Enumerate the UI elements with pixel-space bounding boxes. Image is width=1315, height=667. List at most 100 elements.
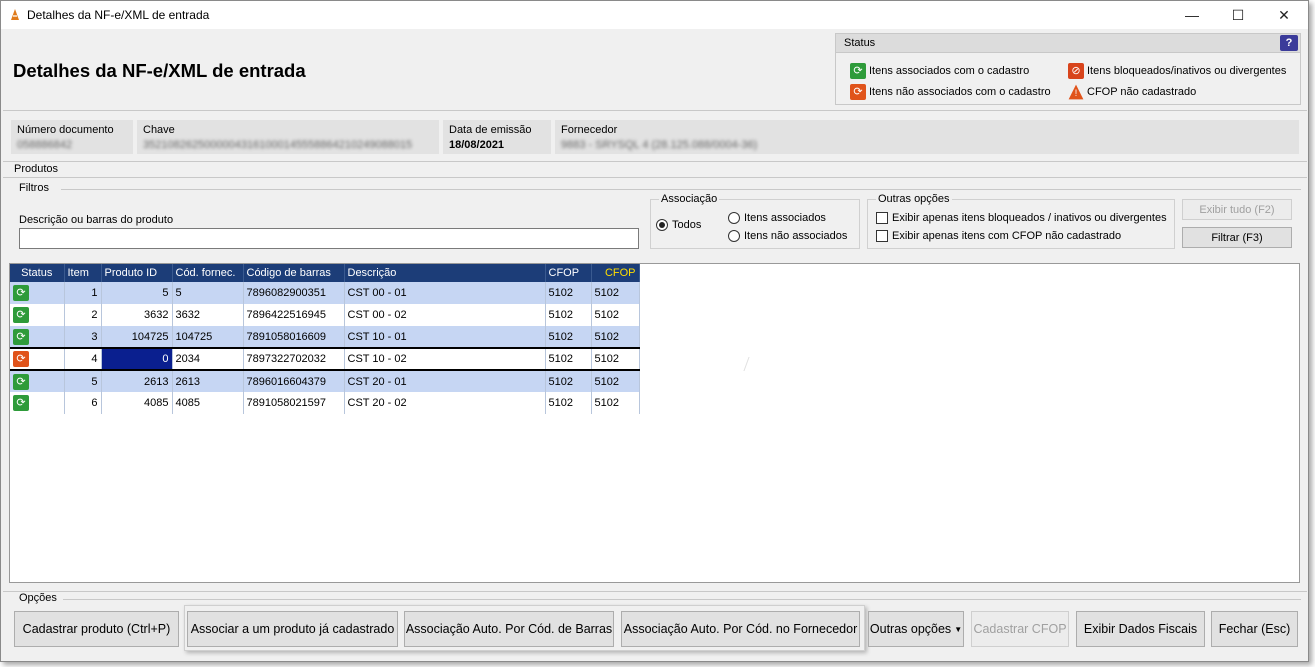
produto-id-cell[interactable]: 5 [101,282,173,304]
data-emissao-field: Data de emissão 18/08/2021 [443,120,551,154]
descricao-cell[interactable]: CST 10 - 02 [344,347,546,371]
item-cell[interactable]: 2 [64,304,102,326]
cfop-cell[interactable]: 5102 [545,392,592,414]
produto-id-cell[interactable]: 0 [101,347,173,371]
status-cell[interactable]: ⟳ [10,347,65,371]
cfop-cell[interactable]: 5102 [591,392,640,414]
minimize-button[interactable]: — [1169,1,1215,29]
filtrar-button[interactable]: Filtrar (F3) [1182,227,1292,248]
cod-fornec-cell[interactable]: 5 [172,282,244,304]
item-cell[interactable]: 3 [64,326,102,348]
legend-bloqueados: ⊘ Itens bloqueados/inativos ou divergent… [1068,63,1286,79]
sync-green-icon: ⟳ [13,328,29,345]
barras-cell[interactable]: 7896422516945 [243,304,345,326]
cfop-cell[interactable]: 5102 [591,282,640,304]
outras-opcoes-button[interactable]: Outras opções ▼ [868,611,964,647]
status-cell[interactable]: ⟳ [10,282,65,304]
barras-cell[interactable]: 7897322702032 [243,347,345,371]
radio-todos[interactable]: Todos [656,219,701,231]
fechar-button[interactable]: Fechar (Esc) [1211,611,1298,647]
descricao-cell[interactable]: CST 00 - 01 [344,282,546,304]
item-cell[interactable]: 6 [64,392,102,414]
item-cell[interactable]: 5 [64,370,102,392]
fornecedor-field: Fornecedor 9883 - SRYSQL 4 (28.125.088/0… [555,120,1299,154]
produto-id-cell[interactable]: 3632 [101,304,173,326]
radio-nao-associados[interactable]: Itens não associados [728,230,847,242]
barras-cell[interactable]: 7896016604379 [243,370,345,392]
column-header[interactable]: Cód. fornec. [172,264,244,282]
cfop-cell[interactable]: 5102 [545,304,592,326]
cfop-cell[interactable]: 5102 [591,347,640,371]
checkbox-cfop[interactable]: Exibir apenas itens com CFOP não cadastr… [876,230,1121,242]
produto-id-cell[interactable]: 4085 [101,392,173,414]
column-header[interactable]: Produto ID [101,264,173,282]
column-header[interactable]: Item [64,264,102,282]
window: Detalhes da NF-e/XML de entrada — ☐ ✕ De… [0,0,1309,662]
cfop-cell[interactable]: 5102 [591,370,640,392]
table-row[interactable]: ⟳ 6 4085 4085 7891058021597 CST 20 - 02 5102 51… [10,392,640,414]
status-cell[interactable]: ⟳ [10,370,65,392]
window-title: Detalhes da NF-e/XML de entrada [27,8,210,22]
cadastrar-produto-button[interactable]: Cadastrar produto (Ctrl+P) [14,611,179,647]
search-input[interactable] [19,228,639,249]
column-header[interactable]: Descrição [344,264,546,282]
descricao-cell[interactable]: CST 00 - 02 [344,304,546,326]
column-header[interactable]: CFOP [591,264,640,282]
status-cell[interactable]: ⟳ [10,392,65,414]
sync-green-icon: ⟳ [13,307,29,323]
radio-icon[interactable] [728,212,740,224]
produtos-label: Produtos [14,163,59,175]
radio-associados[interactable]: Itens associados [728,212,826,224]
table-row[interactable]: ⟳ 3 104725 104725 7891058016609 CST 10 - 01 51… [10,326,640,348]
barras-cell[interactable]: 7891058016609 [243,326,345,348]
descricao-cell[interactable]: CST 20 - 01 [344,370,546,392]
cfop-cell[interactable]: 5102 [545,347,592,371]
cod-fornec-cell[interactable]: 104725 [172,326,244,348]
cfop-cell[interactable]: 5102 [591,304,640,326]
auto-barras-button[interactable]: Associação Auto. Por Cód. de Barras [404,611,614,647]
column-header[interactable]: CFOP [545,264,592,282]
exibir-dados-fiscais-button[interactable]: Exibir Dados Fiscais [1076,611,1205,647]
exibir-tudo-button[interactable]: Exibir tudo (F2) [1182,199,1292,220]
checkbox-bloqueados[interactable]: Exibir apenas itens bloqueados / inativo… [876,212,1167,224]
cfop-cell[interactable]: 5102 [545,370,592,392]
table-row[interactable]: ⟳ 2 3632 3632 7896422516945 CST 00 - 02 5102 51… [10,304,640,326]
associar-produto-button[interactable]: Associar a um produto já cadastrado [187,611,398,647]
table-row[interactable]: ⟳ 4 0 2034 7897322702032 CST 10 - 02 5102 5102 [10,347,640,371]
table-row[interactable]: ⟳ 5 2613 2613 7896016604379 CST 20 - 01 5102 51… [10,370,640,392]
cod-fornec-cell[interactable]: 2613 [172,370,244,392]
produto-id-cell[interactable]: 2613 [101,370,173,392]
help-icon[interactable]: ? [1280,35,1298,51]
divider [3,591,1307,592]
cod-fornec-cell[interactable]: 4085 [172,392,244,414]
radio-icon[interactable] [728,230,740,242]
cfop-cell[interactable]: 5102 [545,282,592,304]
descricao-cell[interactable]: CST 20 - 02 [344,392,546,414]
cadastrar-cfop-button[interactable]: Cadastrar CFOP [971,611,1069,647]
status-cell[interactable]: ⟳ [10,326,65,348]
divider [61,189,1301,190]
barras-cell[interactable]: 7896082900351 [243,282,345,304]
column-header[interactable]: Status [10,264,65,282]
close-button[interactable]: ✕ [1261,1,1307,29]
maximize-button[interactable]: ☐ [1215,1,1261,29]
table-row[interactable]: ⟳ 1 5 5 7896082900351 CST 00 - 01 5102 5102 [10,282,640,304]
products-grid[interactable]: Status Item Produto ID Cód. fornec. Códi… [9,263,1300,583]
status-cell[interactable]: ⟳ [10,304,65,326]
descricao-cell[interactable]: CST 10 - 01 [344,326,546,348]
cod-fornec-cell[interactable]: 3632 [172,304,244,326]
cod-fornec-cell[interactable]: 2034 [172,347,244,371]
document-info-bar: Número documento 058886842 Chave 3521082… [3,113,1307,159]
item-cell[interactable]: 1 [64,282,102,304]
checkbox-icon[interactable] [876,230,888,242]
cfop-cell[interactable]: 5102 [545,326,592,348]
auto-fornecedor-button[interactable]: Associação Auto. Por Cód. no Fornecedor [621,611,860,647]
barras-cell[interactable]: 7891058021597 [243,392,345,414]
produto-id-cell[interactable]: 104725 [101,326,173,348]
cfop-cell[interactable]: 5102 [591,326,640,348]
checkbox-icon[interactable] [876,212,888,224]
item-cell[interactable]: 4 [64,347,102,371]
column-header[interactable]: Código de barras [243,264,345,282]
radio-selected-icon[interactable] [656,219,668,231]
divider [63,599,1301,600]
